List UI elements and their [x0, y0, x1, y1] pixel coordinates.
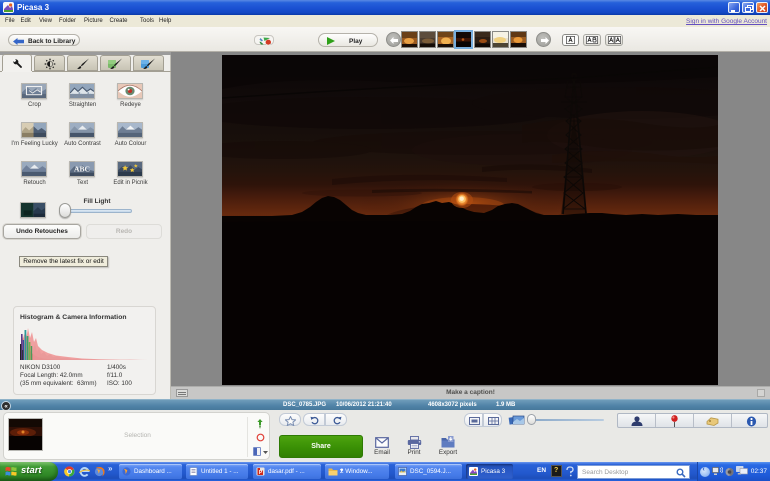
svg-text:ABC: ABC [74, 166, 90, 174]
